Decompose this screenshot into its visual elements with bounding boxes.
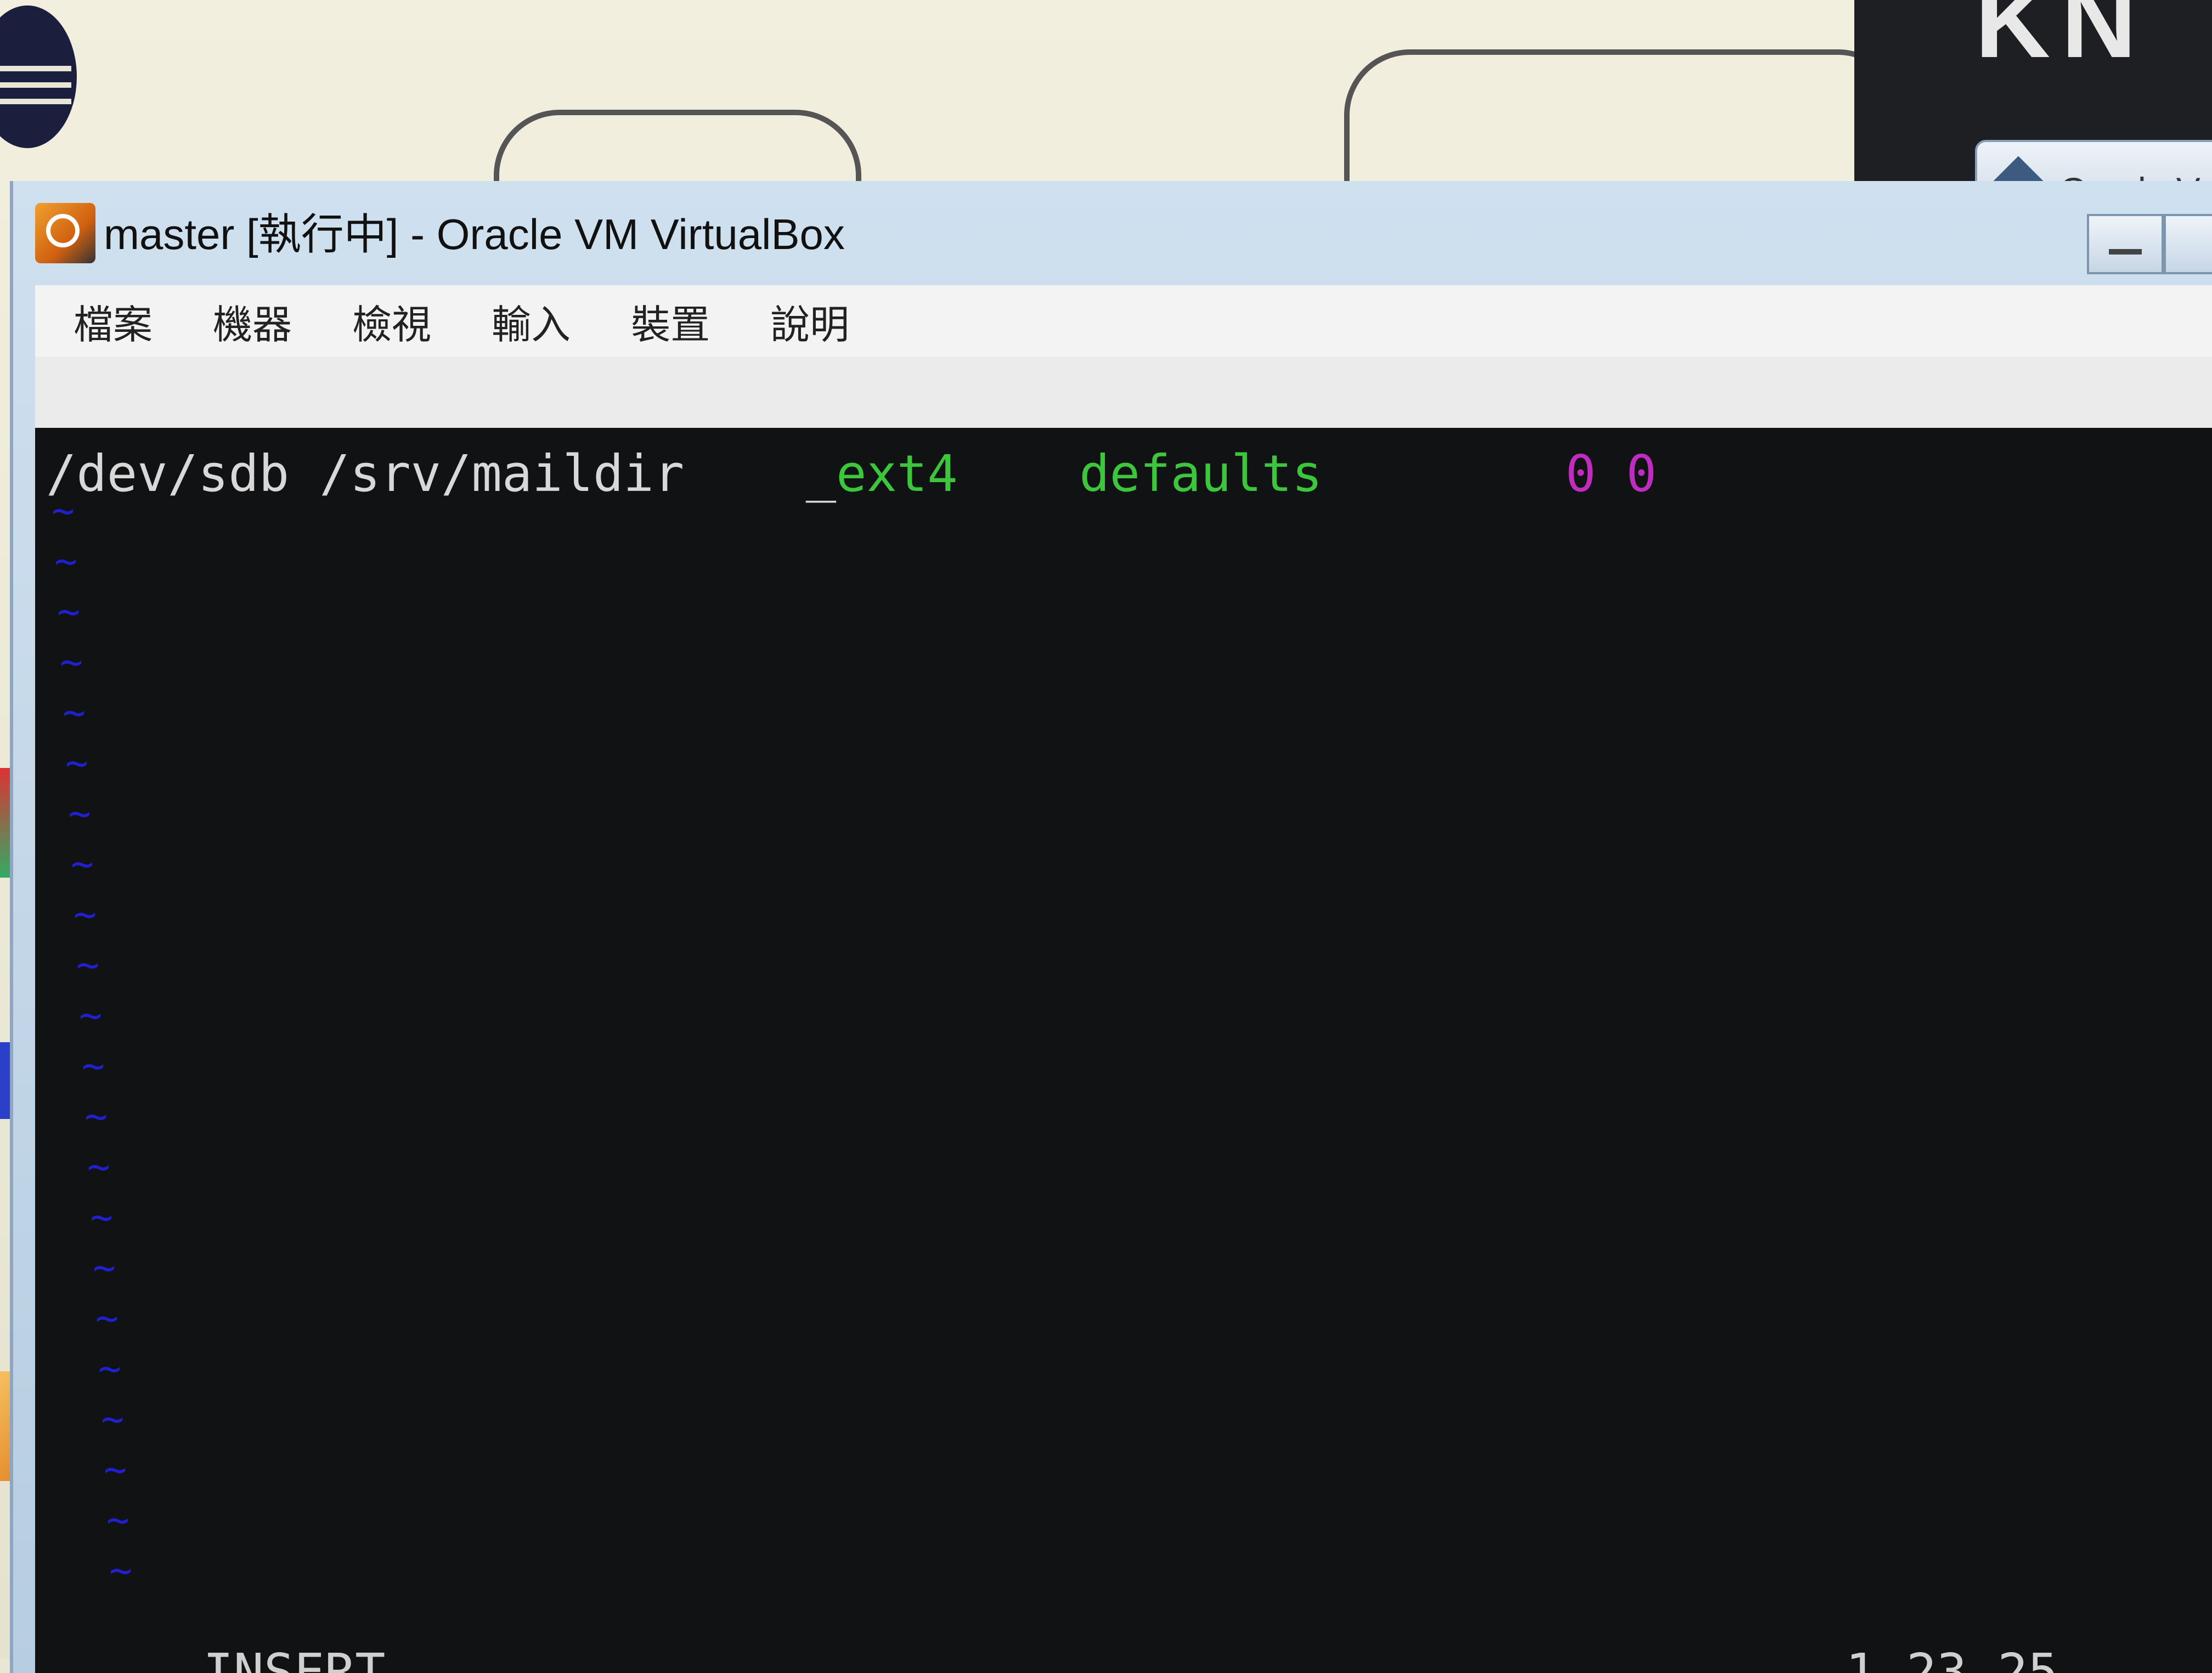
menu-bar: 檔案 機器 檢視 輸入 裝置 說明 [35,285,2212,357]
minimize-button[interactable] [2087,214,2164,274]
tilde-marker: ~ [76,942,100,987]
window-title: master [執行中] - Oracle VM VirtualBox [104,210,845,258]
tilde-marker: ~ [65,741,89,785]
tilde-marker: ~ [101,1397,125,1442]
tilde-marker: ~ [74,892,97,937]
vim-mode-indicator: -- INSERT -- [112,1643,477,1673]
tilde-marker: ~ [82,1043,105,1088]
menu-input[interactable]: 輸入 [492,292,571,350]
tilde-marker: ~ [98,1346,122,1391]
virtualbox-app-icon [35,203,95,263]
virtualbox-window[interactable]: master [執行中] - Oracle VM VirtualBox 檔案 機… [10,181,2212,1673]
pass-value: 0 [1626,444,1657,503]
vm-terminal-screen[interactable]: /dev/sdb /srv/maildir _ext4 defaults 0 0… [35,428,2212,1673]
tilde-marker: ~ [57,589,81,634]
scroll-indicator: All [2208,1643,2212,1673]
tilde-marker: ~ [109,1548,133,1593]
tilde-marker: ~ [54,539,78,584]
tilde-marker: ~ [71,841,94,886]
tilde-marker: ~ [87,1144,111,1189]
filesystem-type: ext4 [836,444,958,503]
desktop-logo-icon [0,5,77,148]
menu-view[interactable]: 檢視 [352,292,431,350]
tilde-marker: ~ [104,1447,127,1492]
tilde-marker: ~ [93,1245,116,1290]
window-controls [2087,214,2212,274]
tilde-marker: ~ [84,1094,108,1139]
toolbar-strip [35,357,2212,430]
tilde-marker: ~ [63,690,86,735]
dump-value: 0 [1565,444,1596,503]
fstab-line: /dev/sdb /srv/maildir _ext4 defaults 0 0 [46,444,1657,503]
tilde-marker: ~ [60,640,83,685]
menu-file[interactable]: 檔案 [74,292,153,350]
tilde-marker: ~ [68,791,92,836]
mount-options: defaults [1079,444,1323,503]
tilde-marker: ~ [79,993,103,1038]
device-path: /dev/sdb [46,444,290,503]
cursor: _ [805,444,837,503]
menu-help[interactable]: 說明 [770,292,849,350]
menu-machine[interactable]: 機器 [213,292,292,350]
mount-point: /srv/maildir [319,444,685,503]
maximize-button[interactable] [2164,214,2212,274]
tilde-marker: ~ [95,1296,119,1341]
menu-devices[interactable]: 裝置 [631,292,710,350]
title-bar[interactable]: master [執行中] - Oracle VM VirtualBox [13,181,2212,291]
cursor-position: 1,23-25 [1846,1643,2058,1673]
tilde-marker: ~ [52,488,75,533]
tilde-marker: ~ [90,1195,114,1240]
tilde-marker: ~ [106,1497,130,1542]
